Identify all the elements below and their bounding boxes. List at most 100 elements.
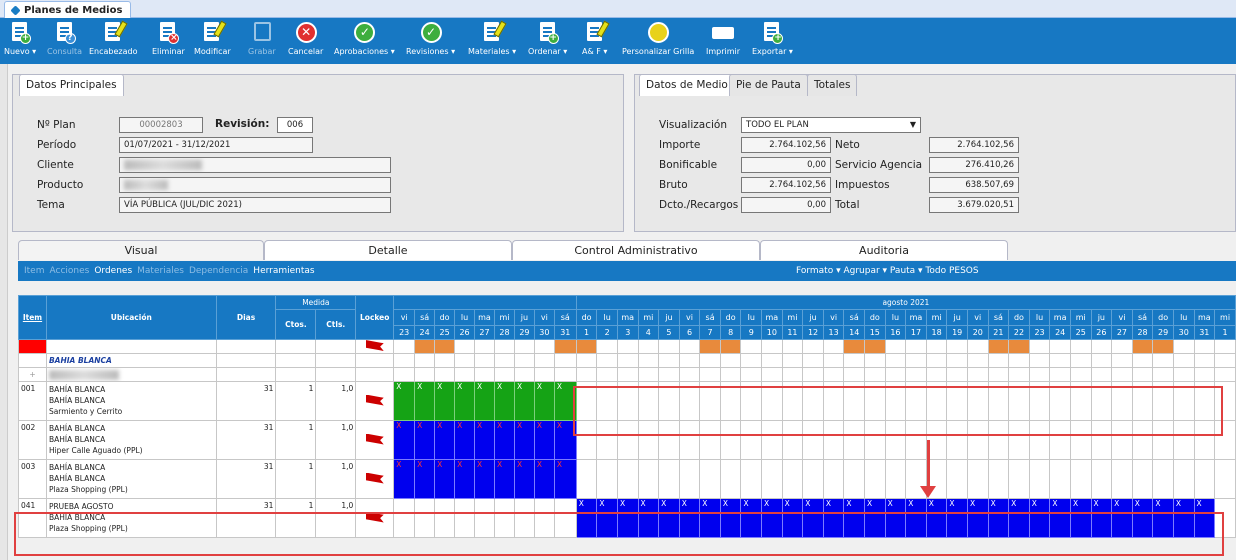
schedule-cell[interactable]: [1152, 459, 1174, 499]
schedule-cell[interactable]: [658, 459, 680, 499]
schedule-cell[interactable]: [1131, 459, 1154, 499]
schedule-cell[interactable]: X: [533, 381, 555, 421]
grid-menu-item[interactable]: Item: [24, 266, 45, 276]
nplan-field[interactable]: 00002803: [119, 117, 203, 133]
left-collapsed-sidebar[interactable]: [0, 64, 8, 560]
periodo-field[interactable]: 01/07/2021 - 31/12/2021: [119, 137, 313, 153]
schedule-cell[interactable]: [1090, 459, 1113, 499]
schedule-cell[interactable]: [1111, 459, 1133, 499]
toolbar-materials-button[interactable]: Materiales ▾: [468, 20, 516, 56]
schedule-cell[interactable]: [637, 459, 660, 499]
tab-planes-de-medios[interactable]: Planes de Medios: [4, 1, 132, 18]
tab-datos-de-medio[interactable]: Datos de Medio: [639, 74, 735, 96]
schedule-cell[interactable]: X: [414, 381, 436, 421]
schedule-cell[interactable]: X: [493, 381, 515, 421]
visualizacion-select[interactable]: TODO EL PLAN ▼: [741, 117, 921, 133]
tema-field[interactable]: VÍA PÚBLICA (JUL/DIC 2021): [119, 197, 391, 213]
tab-detalle[interactable]: Detalle: [264, 240, 512, 260]
schedule-cell[interactable]: [781, 459, 804, 499]
schedule-cell[interactable]: [719, 459, 742, 499]
schedule-cell[interactable]: X: [474, 459, 495, 499]
toolbar-new-doc-button[interactable]: + Nuevo ▾: [4, 21, 36, 56]
schedule-cell[interactable]: [966, 459, 989, 499]
schedule-cell[interactable]: X: [454, 381, 476, 421]
toolbar-order-button[interactable]: + Ordenar ▾: [528, 21, 567, 56]
schedule-cell[interactable]: [1069, 459, 1092, 499]
schedule-cell[interactable]: [575, 459, 598, 499]
schedule-cell[interactable]: X: [414, 459, 436, 499]
schedule-cell[interactable]: X: [434, 381, 456, 421]
schedule-cell[interactable]: [1172, 459, 1195, 499]
schedule-cell[interactable]: [596, 459, 618, 499]
toolbar-modify-doc-button[interactable]: Modificar: [194, 20, 231, 56]
lockeo-flag-header[interactable]: [355, 339, 395, 354]
schedule-cell[interactable]: [1008, 459, 1030, 499]
schedule-cell[interactable]: [740, 459, 763, 499]
schedule-cell[interactable]: X: [553, 459, 577, 499]
schedule-cell[interactable]: X: [474, 420, 495, 460]
grid-menu-acciones[interactable]: Acciones: [50, 266, 90, 276]
schedule-cell[interactable]: X: [393, 381, 416, 421]
schedule-cell[interactable]: [1049, 459, 1071, 499]
schedule-cell[interactable]: X: [393, 459, 416, 499]
schedule-cell[interactable]: X: [513, 420, 535, 460]
schedule-cell[interactable]: X: [474, 381, 495, 421]
bruto-field[interactable]: 2.764.102,56: [741, 177, 831, 193]
schedule-cell[interactable]: X: [434, 420, 456, 460]
bonificable-field[interactable]: 0,00: [741, 157, 831, 173]
schedule-cell[interactable]: [802, 459, 824, 499]
schedule-cell[interactable]: [822, 459, 845, 499]
toolbar-customize-grid-button[interactable]: Personalizar Grilla: [622, 21, 694, 56]
tab-visual[interactable]: Visual: [18, 240, 264, 260]
toolbar-query-doc-button[interactable]: ? Consulta: [47, 21, 82, 56]
schedule-cell[interactable]: [1214, 459, 1236, 499]
schedule-cell[interactable]: X: [493, 459, 515, 499]
schedule-cell[interactable]: [1193, 459, 1216, 499]
grid-menu-herramientas[interactable]: Herramientas: [253, 266, 314, 276]
expand-toggle-icon[interactable]: +: [18, 367, 47, 382]
producto-field[interactable]: [119, 177, 391, 193]
grid-menu-materiales[interactable]: Materiales: [137, 266, 184, 276]
schedule-cell[interactable]: [864, 459, 886, 499]
toolbar-delete-doc-button[interactable]: × Eliminar: [152, 21, 185, 56]
schedule-cell[interactable]: X: [454, 459, 476, 499]
header-lockeo[interactable]: Lockeo: [355, 295, 395, 340]
toolbar-approve-button[interactable]: ✓ Aprobaciones ▾: [334, 21, 395, 56]
schedule-cell[interactable]: [843, 459, 866, 499]
lockeo-flag[interactable]: [355, 420, 395, 460]
schedule-cell[interactable]: X: [493, 420, 515, 460]
schedule-cell[interactable]: X: [513, 381, 535, 421]
schedule-cell[interactable]: [616, 459, 639, 499]
schedule-cell[interactable]: [884, 459, 907, 499]
header-item[interactable]: Item: [18, 295, 47, 340]
toolbar-export-button[interactable]: + Exportar ▾: [752, 21, 793, 56]
neto-field[interactable]: 2.764.102,56: [929, 137, 1019, 153]
impuestos-field[interactable]: 638.507,69: [929, 177, 1019, 193]
grid-menu-ordenes[interactable]: Ordenes: [94, 266, 132, 276]
tab-pie-de-pauta[interactable]: Pie de Pauta: [729, 74, 808, 96]
grid-menu-dependencia[interactable]: Dependencia: [189, 266, 248, 276]
table-row[interactable]: 003 BAHÍA BLANCA BAHÍA BLANCA Plaza Shoppin…: [18, 459, 1236, 499]
tab-totales[interactable]: Totales: [807, 74, 858, 96]
lockeo-flag[interactable]: [355, 459, 395, 499]
servicio-field[interactable]: 276.410,26: [929, 157, 1019, 173]
schedule-cell[interactable]: [678, 459, 701, 499]
schedule-cell[interactable]: X: [533, 420, 555, 460]
total-field[interactable]: 3.679.020,51: [929, 197, 1019, 213]
grid-menu-right[interactable]: Formato ▾ Agrupar ▾ Pauta ▾ Todo PESOS: [796, 261, 979, 281]
schedule-cell[interactable]: [761, 459, 783, 499]
importe-field[interactable]: 2.764.102,56: [741, 137, 831, 153]
schedule-cell[interactable]: [1028, 459, 1051, 499]
toolbar-review-button[interactable]: ✓ Revisiones ▾: [406, 21, 455, 56]
toolbar-af-button[interactable]: A& F ▾: [582, 20, 610, 56]
schedule-cell[interactable]: X: [513, 459, 535, 499]
tab-datos-principales[interactable]: Datos Principales: [19, 74, 124, 96]
schedule-cell[interactable]: X: [533, 459, 555, 499]
schedule-cell[interactable]: X: [393, 420, 416, 460]
schedule-cell[interactable]: [699, 459, 721, 499]
header-ubicacion[interactable]: Ubicación: [45, 295, 217, 340]
toolbar-printer-button[interactable]: Imprimir: [706, 21, 740, 56]
cliente-field[interactable]: [119, 157, 391, 173]
toolbar-save-button[interactable]: Grabar: [248, 21, 276, 56]
schedule-cell[interactable]: X: [414, 420, 436, 460]
